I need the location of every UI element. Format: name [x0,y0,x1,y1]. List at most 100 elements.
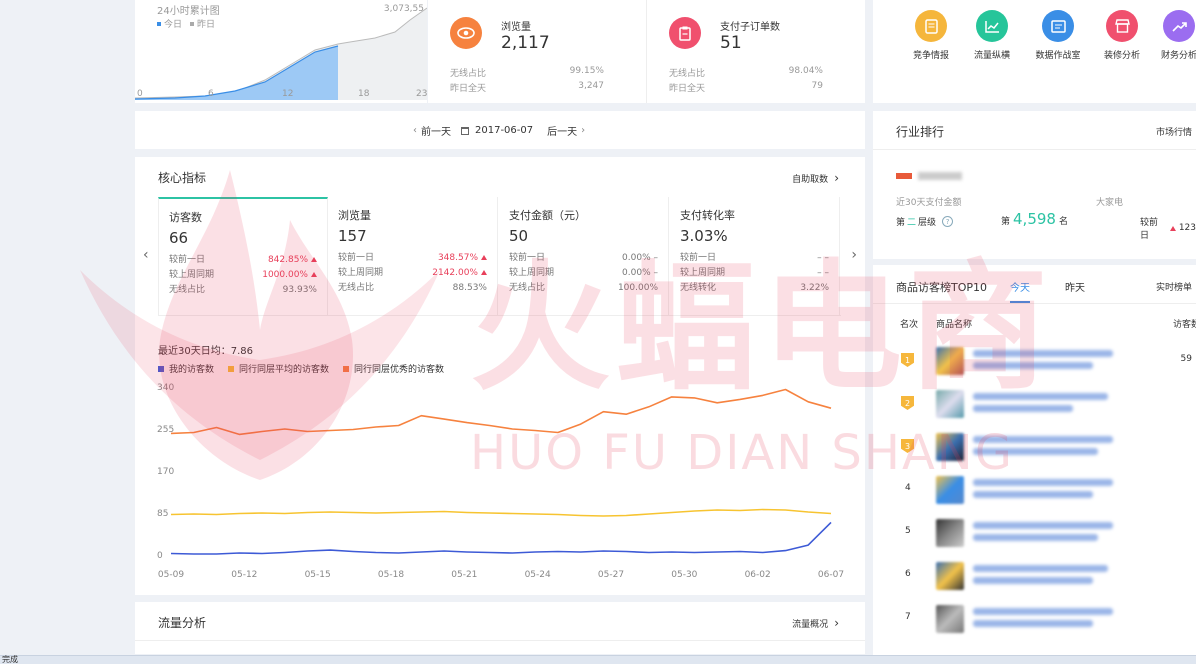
prev-day-button[interactable]: ‹ 前一天 [413,123,451,138]
pageviews-title: 浏览量 [501,22,531,33]
series-line[interactable] [170,508,832,517]
top10-row[interactable]: 2 [873,390,1196,424]
col-name: 商品名称 [936,320,973,330]
tool-warroom[interactable]: 数据作战室 [1023,10,1093,61]
x-tick-label: 05-15 [305,570,331,580]
legend-item[interactable]: 同行同层平均的访客数 [228,362,329,375]
metric-row-label: 无线转化 [680,283,717,293]
x-tick-label: 05-21 [451,570,477,580]
arrow-up-icon [481,270,487,275]
rank-badge-icon: 1 [901,353,914,367]
visitor-count: 59 [1180,354,1192,364]
clipboard-icon [669,17,701,49]
visitor-line-chart: 34025517085005-09 05-12 05-15 05-18 05-21 05-… [157,383,844,580]
top10-row[interactable]: 1 59 [873,347,1196,381]
series-line[interactable] [170,388,832,436]
realtime-x-tick: 23 [416,89,428,99]
pageviews-row-label: 昨日全天 [450,84,487,94]
metric-row-value: 100.00% [617,283,658,293]
pageviews-row-value: 3,247 [578,81,604,91]
tool-competition[interactable]: 竞争情报 [901,10,961,61]
tab-yesterday[interactable]: 昨天 [1065,279,1085,294]
product-thumbnail [936,390,964,418]
rank-number: 4 [905,483,911,493]
metric-tiles: 访客数 66 较前一日 842.85% 较上周同期 1000.00% 无线占比 93.… [158,197,841,316]
top10-title: 商品访客榜TOP10 [896,281,988,294]
metric-row-value: – – [817,253,829,263]
next-day-button[interactable]: 后一天 › [547,123,585,138]
x-tick-label: 06-07 [818,570,844,580]
tool-label: 数据作战室 [1035,51,1081,61]
product-thumbnail [936,347,964,375]
metric-tile-payment[interactable]: 支付金额（元） 50 较前一日 0.00% – 较上周同期 0.00% – 无线占比… [499,197,669,315]
pageviews-card[interactable]: 浏览量 2,117 无线占比 99.15% 昨日全天 3,247 [428,0,647,103]
chart-icon [976,10,1008,42]
metric-title: 支付金额（元） [509,209,586,222]
blurred-shop-name [918,172,962,180]
orders-row-value: 79 [811,81,823,91]
tool-decoration[interactable]: 装修分析 [1093,10,1151,61]
arrow-up-icon [1169,225,1176,231]
x-tick-label: 06-02 [745,570,771,580]
industry-card: 行业排行 市场行情 近30天支付金额 大家电 第 二 层级 ? 第 4,598 … [873,111,1196,259]
metric-row-value: 0.00% – [622,268,658,278]
level-indicator: 第 二 层级 ? [896,215,954,228]
avg-text: 最近30天日均：7.86 [158,346,253,357]
report-icon [915,10,947,42]
metric-value: 3.03% [680,227,728,245]
metric-row-label: 较上周同期 [169,270,215,280]
market-link[interactable]: 市场行情 [1156,125,1192,138]
top10-row[interactable]: 4 [873,476,1196,510]
tool-label: 竞争情报 [912,51,949,61]
col-rank: 名次 [900,320,919,330]
date-nav: ‹ 前一天 2017-06-07 后一天 › [413,123,585,138]
series-line[interactable] [170,521,832,555]
top10-row[interactable]: 6 [873,562,1196,596]
top10-row[interactable]: 3 [873,433,1196,467]
traffic-overview-link[interactable]: 流量概况 › [792,616,839,630]
pageviews-value: 2,117 [501,33,550,53]
help-icon[interactable]: ? [942,216,954,227]
period-label: 近30天支付金额 [896,198,962,208]
x-tick-label: 05-12 [231,570,257,580]
col-visitors: 访客数 [1173,320,1196,330]
metric-tile-conversion[interactable]: 支付转化率 3.03% 较前一日 – – 较上周同期 – – 无线转化 3.22% [670,197,840,315]
product-thumbnail [936,562,964,590]
pageviews-row-value: 99.15% [569,66,604,76]
metric-row-label: 无线占比 [169,285,206,295]
metric-row-label: 较上周同期 [680,268,726,278]
tool-list: 竞争情报 流量纵横 数据作战室 装修分析 财务分析 [901,10,1196,61]
metric-tile-pageviews[interactable]: 浏览量 157 较前一日 348.57% 较上周同期 2142.00% 无线占比 88… [328,197,498,315]
custom-data-link[interactable]: 自助取数 › [792,171,839,185]
metric-row-value: 93.93% [282,285,317,295]
date-picker[interactable]: 2017-06-07 [461,125,533,136]
rank-number: 7 [905,612,911,622]
y-tick-label: 85 [157,509,168,519]
top10-row[interactable]: 5 [873,519,1196,553]
orders-card[interactable]: 支付子订单数 51 无线占比 98.04% 昨日全天 79 [647,0,865,103]
product-thumbnail [936,605,964,633]
x-tick-label: 05-18 [378,570,404,580]
product-thumbnail [936,476,964,504]
metrics-prev-arrow[interactable]: ‹ [143,247,149,263]
tab-today[interactable]: 今天 [1010,279,1030,303]
legend-item[interactable]: 同行同层优秀的访客数 [343,362,444,375]
rank-badge-icon: 2 [901,396,914,410]
tool-label: 财务分析 [1160,51,1196,61]
metric-row-label: 较上周同期 [338,268,384,278]
top10-row[interactable]: 7 [873,605,1196,639]
metric-row-value: 1000.00% [262,268,317,283]
metrics-next-arrow[interactable]: › [851,247,857,263]
realtime-rank-link[interactable]: 实时榜单 [1156,280,1192,293]
realtime-x-tick: 12 [282,89,294,99]
metric-value: 157 [338,227,367,245]
x-tick-label: 05-09 [158,570,184,580]
metric-row-value: 0.00% – [622,253,658,263]
industry-title: 行业排行 [896,125,945,139]
metric-tile-visitors[interactable]: 访客数 66 较前一日 842.85% 较上周同期 1000.00% 无线占比 93.… [158,197,328,315]
tool-traffic[interactable]: 流量纵横 [961,10,1023,61]
metric-row-label: 较前一日 [509,253,546,263]
tool-finance[interactable]: 财务分析 [1151,10,1196,61]
legend-item[interactable]: 我的访客数 [158,362,214,375]
rank-compare: 较前日 123 [1140,218,1196,241]
